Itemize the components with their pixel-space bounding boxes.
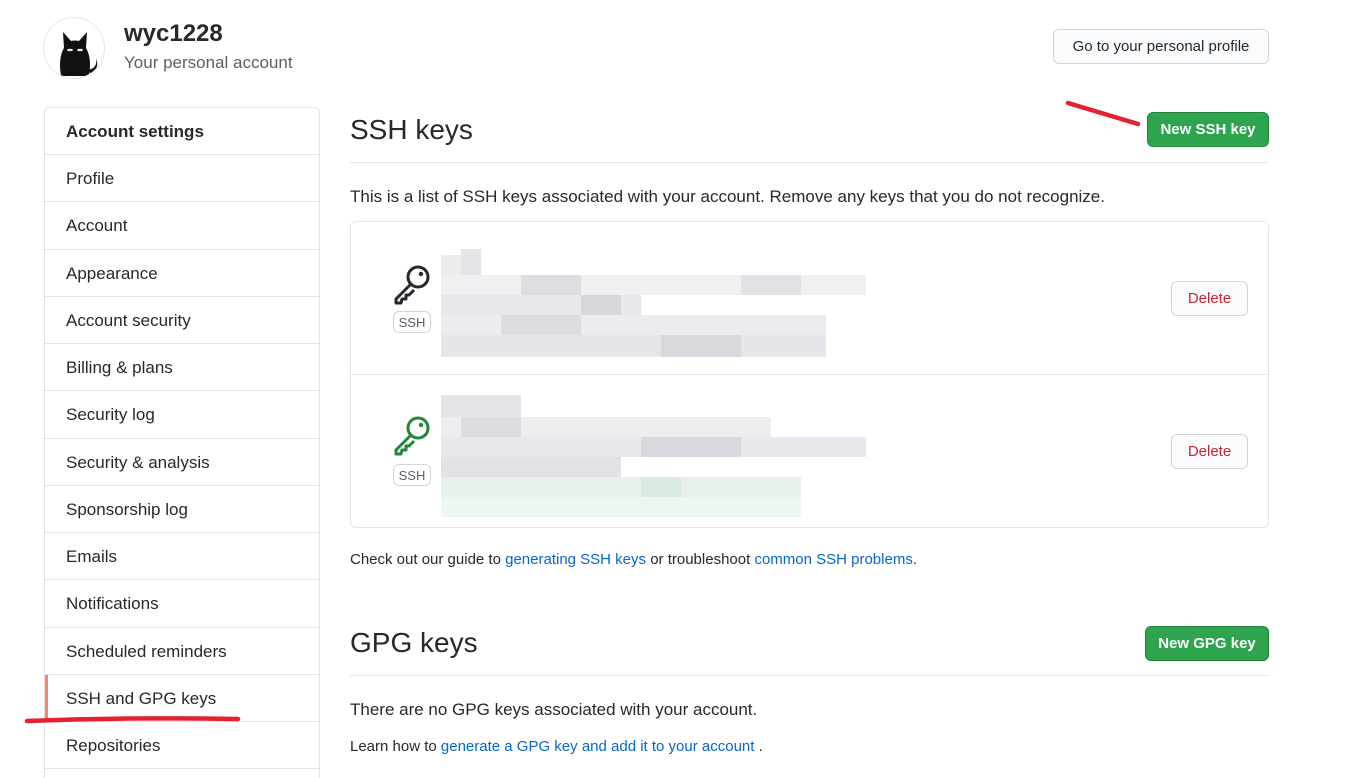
common-ssh-problems-link[interactable]: common SSH problems <box>754 551 912 568</box>
annotation-underline-icon <box>24 716 241 724</box>
cat-avatar-icon <box>44 18 104 78</box>
guide-prefix: Check out our guide to <box>350 551 506 568</box>
redacted-key-details <box>441 395 896 525</box>
ssh-description: This is a list of SSH keys associated wi… <box>350 187 1105 206</box>
sidebar-item-scheduled-reminders[interactable]: Scheduled reminders <box>45 628 319 675</box>
delete-ssh-key-button[interactable]: Delete <box>1171 281 1248 316</box>
delete-ssh-key-button[interactable]: Delete <box>1171 434 1248 469</box>
account-subtitle: Your personal account <box>124 53 293 72</box>
learn-suffix: . <box>754 738 763 755</box>
settings-page: wyc1228 Your personal account Go to your… <box>0 0 1371 778</box>
generate-gpg-key-link[interactable]: generate a GPG key and add it to your ac… <box>441 738 755 755</box>
ssh-keys-title: SSH keys <box>350 114 473 145</box>
gpg-learn-note: Learn how to generate a GPG key and add … <box>350 738 763 755</box>
ssh-badge: SSH <box>393 311 431 333</box>
guide-middle: or troubleshoot <box>646 551 755 568</box>
avatar[interactable] <box>43 17 105 79</box>
new-ssh-key-button[interactable]: New SSH key <box>1147 112 1269 147</box>
ssh-divider <box>350 162 1269 163</box>
sidebar-item-security-analysis[interactable]: Security & analysis <box>45 439 319 486</box>
sidebar-item-security-log[interactable]: Security log <box>45 391 319 439</box>
ssh-key-item: SSH Delete <box>351 375 1268 528</box>
gpg-keys-title: GPG keys <box>350 627 478 658</box>
learn-prefix: Learn how to <box>350 738 441 755</box>
sidebar-item-notifications[interactable]: Notifications <box>45 580 319 628</box>
generating-ssh-keys-link[interactable]: generating SSH keys <box>505 551 646 568</box>
sidebar-item-sponsorship-log[interactable]: Sponsorship log <box>45 486 319 533</box>
key-icon <box>394 265 430 305</box>
key-icon <box>394 416 430 456</box>
sidebar-heading: Account settings <box>45 108 319 155</box>
new-gpg-key-button[interactable]: New GPG key <box>1145 626 1269 661</box>
ssh-key-list: SSH Delete SSH Delete <box>350 221 1269 528</box>
ssh-badge: SSH <box>393 464 431 486</box>
personal-profile-button[interactable]: Go to your personal profile <box>1053 29 1269 64</box>
sidebar-item-billing[interactable]: Billing & plans <box>45 344 319 392</box>
gpg-divider <box>350 675 1269 676</box>
sidebar-item-repositories[interactable]: Repositories <box>45 722 319 770</box>
sidebar-item-emails[interactable]: Emails <box>45 533 319 581</box>
sidebar-item-account-security[interactable]: Account security <box>45 297 319 344</box>
annotation-stroke-icon <box>1065 100 1141 127</box>
ssh-guide-note: Check out our guide to generating SSH ke… <box>350 551 917 568</box>
gpg-empty-message: There are no GPG keys associated with yo… <box>350 700 758 719</box>
sidebar-item-profile[interactable]: Profile <box>45 155 319 203</box>
sidebar-item-appearance[interactable]: Appearance <box>45 250 319 297</box>
username: wyc1228 <box>124 20 223 47</box>
ssh-key-item: SSH Delete <box>351 222 1268 375</box>
redacted-key-details <box>441 249 896 357</box>
sidebar-item-account[interactable]: Account <box>45 202 319 250</box>
guide-suffix: . <box>912 551 917 568</box>
settings-sidebar: Account settings Profile Account Appeara… <box>44 107 320 778</box>
